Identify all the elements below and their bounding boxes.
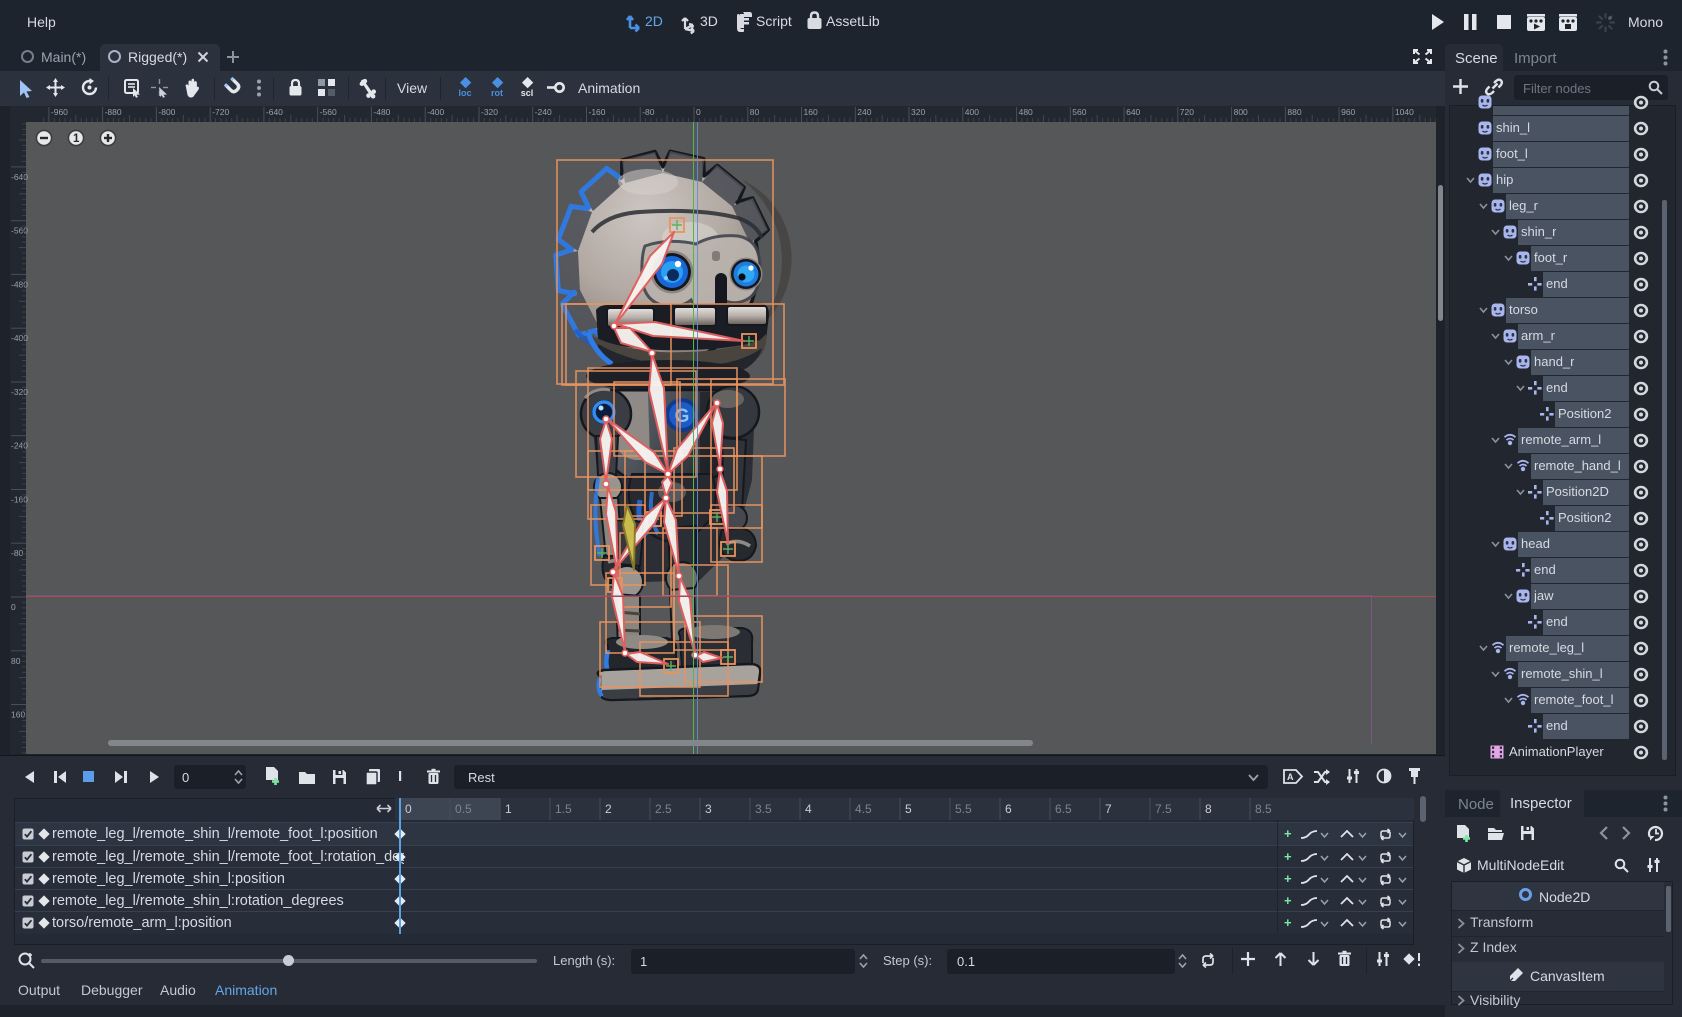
svg-text:7: 7 [1105,802,1112,816]
svg-text:0: 0 [696,107,701,117]
svg-text:2: 2 [605,802,612,816]
svg-text:A: A [1287,772,1294,782]
svg-text:8.5: 8.5 [1255,802,1272,816]
svg-text:1040: 1040 [1395,107,1414,117]
svg-text:4: 4 [805,802,812,816]
svg-text:960: 960 [1341,107,1355,117]
svg-text:-160: -160 [589,107,606,117]
svg-text:320: 320 [911,107,925,117]
svg-text:0.5: 0.5 [455,802,472,816]
svg-text:-240: -240 [535,107,552,117]
svg-text:-80: -80 [11,548,24,558]
svg-text:0: 0 [405,802,412,816]
svg-text:5: 5 [905,802,912,816]
svg-text:720: 720 [1180,107,1194,117]
svg-text:-560: -560 [320,107,337,117]
svg-text:scl: scl [521,88,534,98]
svg-text:2.5: 2.5 [655,802,672,816]
svg-text:160: 160 [11,710,25,720]
svg-text:-720: -720 [212,107,229,117]
svg-text:400: 400 [965,107,979,117]
svg-text:3: 3 [705,802,712,816]
svg-text:0: 0 [11,602,16,612]
svg-text:-640: -640 [266,107,283,117]
svg-text:4.5: 4.5 [855,802,872,816]
svg-text:rot: rot [491,88,503,98]
svg-text:880: 880 [1287,107,1301,117]
svg-text:5.5: 5.5 [955,802,972,816]
svg-text:-320: -320 [481,107,498,117]
svg-text:6: 6 [1005,802,1012,816]
svg-text:-880: -880 [105,107,122,117]
svg-text:1: 1 [505,802,512,816]
svg-text:-80: -80 [642,107,655,117]
svg-text:-960: -960 [51,107,68,117]
svg-text:8: 8 [1205,802,1212,816]
svg-text:80: 80 [11,656,21,666]
svg-text:1.5: 1.5 [555,802,572,816]
svg-text:loc: loc [458,88,471,98]
svg-text:160: 160 [804,107,818,117]
svg-text:560: 560 [1072,107,1086,117]
svg-text:7.5: 7.5 [1155,802,1172,816]
svg-text:-400: -400 [427,107,444,117]
svg-text:240: 240 [857,107,871,117]
svg-text:3.5: 3.5 [755,802,772,816]
svg-text:800: 800 [1234,107,1248,117]
svg-text:-800: -800 [158,107,175,117]
svg-text:640: 640 [1126,107,1140,117]
svg-text:480: 480 [1019,107,1033,117]
svg-text:6.5: 6.5 [1055,802,1072,816]
svg-text:80: 80 [750,107,760,117]
svg-text:-480: -480 [373,107,390,117]
